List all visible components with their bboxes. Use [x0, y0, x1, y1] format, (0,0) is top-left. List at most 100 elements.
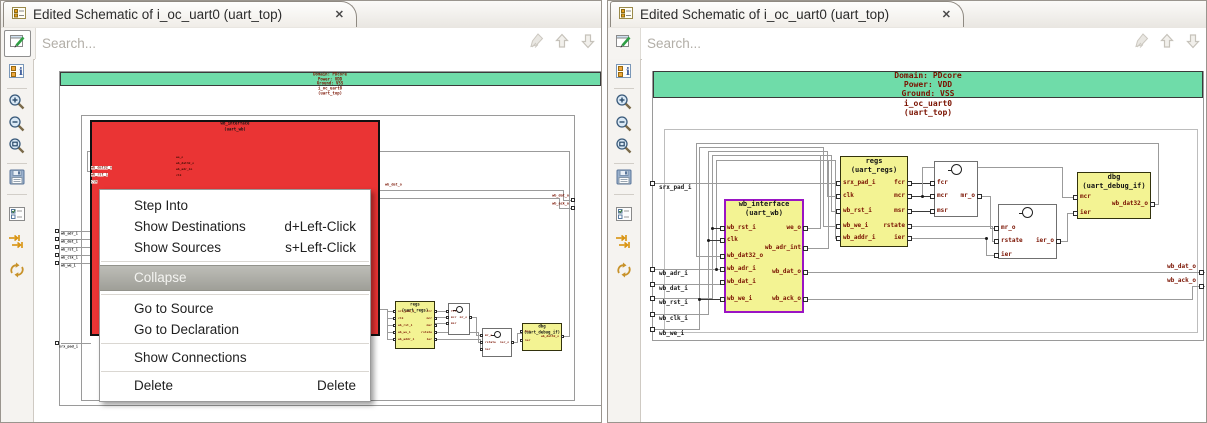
save-button[interactable] [5, 168, 29, 190]
port-mcr [1073, 195, 1078, 200]
wire [908, 226, 993, 227]
schematic-label: mcr [426, 316, 432, 320]
wire [716, 160, 836, 161]
menu-item-show-connections[interactable]: Show Connections [100, 347, 370, 368]
port-we_o [803, 226, 808, 231]
zoom-in-button[interactable] [5, 93, 29, 115]
find-next-icon[interactable] [1180, 31, 1206, 57]
schematic-label: wb_adr_i [659, 270, 688, 277]
schematic-label: wb_adr_i [727, 265, 756, 272]
clock-symbol-tick [947, 169, 952, 171]
find-previous-icon[interactable] [1154, 31, 1180, 57]
find-next-icon[interactable] [575, 31, 601, 57]
edit-schematic-button[interactable] [611, 31, 636, 56]
clear-search-icon[interactable] [523, 31, 549, 57]
port-mr_o [469, 316, 472, 319]
schematic-label: wb_rst_i [91, 172, 108, 177]
tab-edited-schematic[interactable]: Edited Schematic of i_oc_uart0 (uart_top… [610, 1, 964, 27]
schematic-label: wb_adr_in [176, 167, 193, 171]
wire-junction [985, 237, 988, 240]
port-wb_ack_o [803, 297, 808, 302]
close-icon[interactable]: ✕ [942, 8, 951, 21]
schematic-label: we_o [786, 224, 801, 231]
clock-symbol-icon [950, 164, 962, 175]
schematic-properties-button[interactable]: i [5, 62, 29, 84]
display-options-button[interactable] [5, 205, 29, 227]
schematic-label: wb_adr_i [61, 231, 78, 236]
display-options-button[interactable] [612, 205, 636, 227]
clear-search-icon[interactable] [1128, 31, 1154, 57]
schematic-label: msr [894, 207, 905, 214]
save-button[interactable] [612, 168, 636, 190]
schematic-label: rstate [421, 330, 432, 334]
schematic-label: fcr [426, 309, 432, 313]
wire [986, 238, 987, 256]
schematic-label: wb_addr_i [843, 234, 876, 241]
menu-item-go-to-source[interactable]: Go to Source [100, 298, 370, 319]
context-menu: Step Into Show Destinations d+Left-Click Sh… [99, 189, 371, 402]
menu-item-label: Show Destinations [134, 219, 246, 234]
search-input[interactable] [641, 28, 1128, 59]
trace-signals-button[interactable] [612, 233, 636, 255]
schematic-label: rstate [883, 222, 905, 229]
schematic-label: wb_rst_i [398, 323, 413, 327]
schematic-label: ier [1080, 209, 1091, 216]
reload-button[interactable] [5, 261, 29, 283]
close-icon[interactable]: ✕ [335, 8, 344, 21]
schematic-properties-button[interactable]: i [612, 62, 636, 84]
port-ier [434, 338, 437, 341]
schematic-label: dbg [538, 324, 546, 329]
reload-button[interactable] [612, 261, 636, 283]
schematic-label: wb_clk_i [659, 315, 688, 322]
port-fcr [907, 181, 912, 186]
zoom-in-button[interactable] [612, 93, 636, 115]
menu-item-show-sources[interactable]: Show Sources s+Left-Click [100, 237, 370, 258]
wire [699, 147, 700, 330]
port-mr_o [994, 226, 999, 231]
menu-item-label: Go to Declaration [134, 322, 240, 337]
port-wb_addr_i [393, 338, 396, 341]
schematic-label: regs [865, 157, 883, 165]
trace-signals-button[interactable] [5, 233, 29, 255]
tab-title: Edited Schematic of i_oc_uart0 (uart_top… [33, 7, 283, 22]
edit-schematic-button[interactable] [4, 30, 31, 57]
boundary-port [1199, 284, 1204, 289]
schematic-label: wb_dat32_o [176, 161, 195, 165]
schematic-label: rstate [1001, 237, 1023, 244]
toolbar-separator [614, 194, 634, 195]
schematic-label: wb_dat_o [1167, 263, 1196, 270]
wire [1067, 213, 1068, 242]
schematic-label: wb_dat_i [61, 239, 78, 244]
port-rstate [994, 239, 999, 244]
port-wb_rst_i [393, 324, 396, 327]
menu-item-collapse[interactable]: Collapse [100, 265, 370, 291]
menu-item-show-destinations[interactable]: Show Destinations d+Left-Click [100, 216, 370, 237]
search-input[interactable] [36, 28, 523, 59]
zoom-out-button[interactable] [5, 115, 29, 137]
zoom-fit-button[interactable] [612, 137, 636, 159]
schematic-label: dbg [1107, 173, 1121, 181]
wire [922, 167, 923, 197]
schematic-label: wb_interface [220, 121, 250, 126]
schematic-label: Ground: VSS [901, 89, 955, 98]
trace-signals-icon [8, 233, 26, 256]
schematic-label: msr [426, 323, 432, 327]
schematic-label: wb_ack_o [1167, 277, 1196, 284]
port-ier_o [1056, 239, 1061, 244]
tab-edited-schematic[interactable]: Edited Schematic of i_oc_uart0 (uart_top… [3, 1, 357, 27]
zoom-fit-button[interactable] [5, 137, 29, 159]
menu-separator [101, 294, 369, 295]
schematic-canvas[interactable]: wb_interface (uart_wb) wb_rst_i clk wb_dat32… [642, 59, 1206, 422]
zoom-out-button[interactable] [612, 115, 636, 137]
wire [804, 299, 1193, 300]
menu-item-go-to-declaration[interactable]: Go to Declaration [100, 319, 370, 340]
schematic-label: ier [485, 347, 491, 351]
clock-symbol-icon [493, 331, 501, 338]
wire [699, 147, 824, 148]
find-previous-icon[interactable] [549, 31, 575, 57]
menu-item-step-into[interactable]: Step Into [100, 195, 370, 216]
port-mr_o [977, 194, 982, 199]
menu-item-delete[interactable]: Delete Delete [100, 375, 370, 396]
port-rstate [907, 224, 912, 229]
zoom-fit-icon [615, 137, 633, 160]
